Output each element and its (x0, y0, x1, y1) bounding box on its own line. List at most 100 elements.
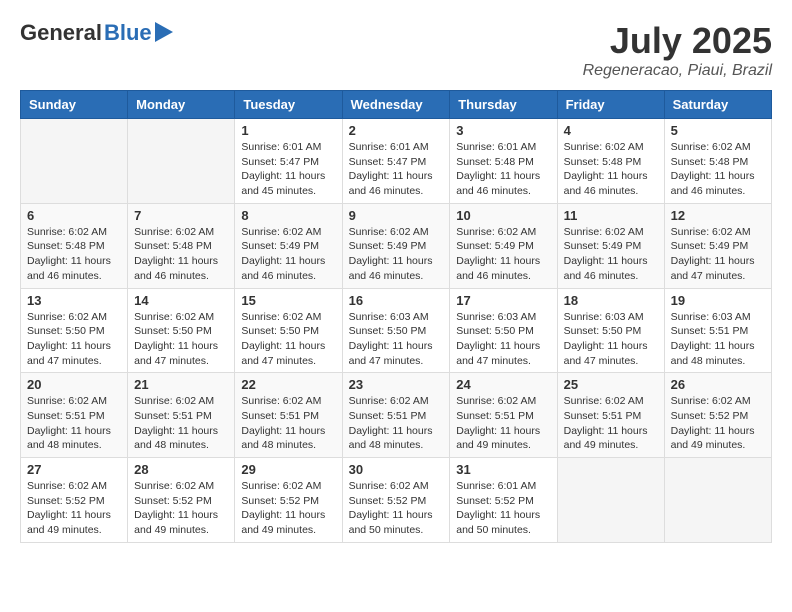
day-number: 12 (671, 208, 765, 223)
calendar-table: SundayMondayTuesdayWednesdayThursdayFrid… (20, 90, 772, 543)
day-info: Sunrise: 6:02 AM Sunset: 5:51 PM Dayligh… (349, 394, 444, 453)
day-number: 8 (241, 208, 335, 223)
calendar-cell: 16 Sunrise: 6:03 AM Sunset: 5:50 PM Dayli… (342, 288, 450, 373)
day-number: 23 (349, 377, 444, 392)
calendar-cell: 19Sunrise: 6:03 AM Sunset: 5:51 PM Dayli… (664, 288, 771, 373)
day-number: 10 (456, 208, 550, 223)
day-info: Sunrise: 6:02 AM Sunset: 5:51 PM Dayligh… (241, 394, 335, 453)
calendar-cell: 23 Sunrise: 6:02 AM Sunset: 5:51 PM Dayli… (342, 373, 450, 458)
calendar-cell: 10 Sunrise: 6:02 AM Sunset: 5:49 PM Dayli… (450, 203, 557, 288)
day-number: 14 (134, 293, 228, 308)
day-info: Sunrise: 6:02 AM Sunset: 5:52 PM Dayligh… (349, 479, 444, 538)
calendar-cell: 21 Sunrise: 6:02 AM Sunset: 5:51 PM Dayli… (128, 373, 235, 458)
logo: General Blue (20, 20, 173, 46)
calendar-week-row: 27Sunrise: 6:02 AM Sunset: 5:52 PM Dayli… (21, 458, 772, 543)
day-info: Sunrise: 6:02 AM Sunset: 5:51 PM Dayligh… (456, 394, 550, 453)
calendar-header-row: SundayMondayTuesdayWednesdayThursdayFrid… (21, 91, 772, 119)
day-info: Sunrise: 6:03 AM Sunset: 5:50 PM Dayligh… (349, 310, 444, 369)
day-info: Sunrise: 6:01 AM Sunset: 5:47 PM Dayligh… (349, 140, 444, 199)
calendar-week-row: 20Sunrise: 6:02 AM Sunset: 5:51 PM Dayli… (21, 373, 772, 458)
day-info: Sunrise: 6:02 AM Sunset: 5:52 PM Dayligh… (241, 479, 335, 538)
day-number: 7 (134, 208, 228, 223)
day-info: Sunrise: 6:02 AM Sunset: 5:48 PM Dayligh… (134, 225, 228, 284)
day-info: Sunrise: 6:02 AM Sunset: 5:49 PM Dayligh… (349, 225, 444, 284)
calendar-header-friday: Friday (557, 91, 664, 119)
day-number: 18 (564, 293, 658, 308)
day-number: 15 (241, 293, 335, 308)
logo-blue-text: Blue (104, 20, 152, 46)
calendar-cell: 6 Sunrise: 6:02 AM Sunset: 5:48 PM Daylig… (21, 203, 128, 288)
calendar-cell: 25 Sunrise: 6:02 AM Sunset: 5:51 PM Dayli… (557, 373, 664, 458)
day-number: 13 (27, 293, 121, 308)
calendar-cell: 13 Sunrise: 6:02 AM Sunset: 5:50 PM Dayli… (21, 288, 128, 373)
calendar-cell: 17 Sunrise: 6:03 AM Sunset: 5:50 PM Dayli… (450, 288, 557, 373)
day-info: Sunrise: 6:02 AM Sunset: 5:51 PM Dayligh… (134, 394, 228, 453)
calendar-cell: 3 Sunrise: 6:01 AM Sunset: 5:48 PM Daylig… (450, 119, 557, 204)
day-number: 21 (134, 377, 228, 392)
calendar-week-row: 13 Sunrise: 6:02 AM Sunset: 5:50 PM Dayli… (21, 288, 772, 373)
day-number: 9 (349, 208, 444, 223)
day-number: 3 (456, 123, 550, 138)
day-info: Sunrise: 6:02 AM Sunset: 5:50 PM Dayligh… (134, 310, 228, 369)
calendar-header-monday: Monday (128, 91, 235, 119)
day-info: Sunrise: 6:03 AM Sunset: 5:50 PM Dayligh… (564, 310, 658, 369)
calendar-cell: 4 Sunrise: 6:02 AM Sunset: 5:48 PM Daylig… (557, 119, 664, 204)
day-number: 16 (349, 293, 444, 308)
calendar-header-tuesday: Tuesday (235, 91, 342, 119)
calendar-header-thursday: Thursday (450, 91, 557, 119)
calendar-cell: 20Sunrise: 6:02 AM Sunset: 5:51 PM Dayli… (21, 373, 128, 458)
calendar-cell: 27Sunrise: 6:02 AM Sunset: 5:52 PM Dayli… (21, 458, 128, 543)
day-info: Sunrise: 6:02 AM Sunset: 5:48 PM Dayligh… (27, 225, 121, 284)
calendar-cell: 28 Sunrise: 6:02 AM Sunset: 5:52 PM Dayli… (128, 458, 235, 543)
day-info: Sunrise: 6:02 AM Sunset: 5:52 PM Dayligh… (27, 479, 121, 538)
calendar-header-saturday: Saturday (664, 91, 771, 119)
header: General Blue July 2025 Regeneracao, Piau… (20, 20, 772, 80)
calendar-cell (557, 458, 664, 543)
calendar-cell: 2 Sunrise: 6:01 AM Sunset: 5:47 PM Daylig… (342, 119, 450, 204)
day-number: 30 (349, 462, 444, 477)
logo-arrow-icon (155, 22, 173, 42)
title-section: July 2025 Regeneracao, Piaui, Brazil (583, 20, 772, 80)
calendar-cell: 1Sunrise: 6:01 AM Sunset: 5:47 PM Daylig… (235, 119, 342, 204)
day-number: 22 (241, 377, 335, 392)
day-info: Sunrise: 6:03 AM Sunset: 5:51 PM Dayligh… (671, 310, 765, 369)
calendar-cell: 12 Sunrise: 6:02 AM Sunset: 5:49 PM Dayli… (664, 203, 771, 288)
day-info: Sunrise: 6:02 AM Sunset: 5:52 PM Dayligh… (134, 479, 228, 538)
day-number: 24 (456, 377, 550, 392)
calendar-cell (21, 119, 128, 204)
calendar-week-row: 6 Sunrise: 6:02 AM Sunset: 5:48 PM Daylig… (21, 203, 772, 288)
day-number: 31 (456, 462, 550, 477)
day-number: 5 (671, 123, 765, 138)
day-info: Sunrise: 6:03 AM Sunset: 5:50 PM Dayligh… (456, 310, 550, 369)
calendar-cell: 8Sunrise: 6:02 AM Sunset: 5:49 PM Daylig… (235, 203, 342, 288)
month-year-title: July 2025 (583, 20, 772, 62)
day-number: 17 (456, 293, 550, 308)
day-info: Sunrise: 6:01 AM Sunset: 5:48 PM Dayligh… (456, 140, 550, 199)
day-number: 28 (134, 462, 228, 477)
day-info: Sunrise: 6:02 AM Sunset: 5:48 PM Dayligh… (564, 140, 658, 199)
day-info: Sunrise: 6:02 AM Sunset: 5:52 PM Dayligh… (671, 394, 765, 453)
day-info: Sunrise: 6:02 AM Sunset: 5:51 PM Dayligh… (564, 394, 658, 453)
day-number: 6 (27, 208, 121, 223)
day-number: 4 (564, 123, 658, 138)
day-number: 1 (241, 123, 335, 138)
day-number: 26 (671, 377, 765, 392)
calendar-cell: 24 Sunrise: 6:02 AM Sunset: 5:51 PM Dayli… (450, 373, 557, 458)
day-number: 25 (564, 377, 658, 392)
calendar-cell: 29 Sunrise: 6:02 AM Sunset: 5:52 PM Dayli… (235, 458, 342, 543)
day-info: Sunrise: 6:02 AM Sunset: 5:51 PM Dayligh… (27, 394, 121, 453)
day-info: Sunrise: 6:02 AM Sunset: 5:49 PM Dayligh… (671, 225, 765, 284)
day-number: 29 (241, 462, 335, 477)
calendar-header-wednesday: Wednesday (342, 91, 450, 119)
calendar-cell: 30 Sunrise: 6:02 AM Sunset: 5:52 PM Dayli… (342, 458, 450, 543)
calendar-cell: 7 Sunrise: 6:02 AM Sunset: 5:48 PM Daylig… (128, 203, 235, 288)
calendar-cell: 14 Sunrise: 6:02 AM Sunset: 5:50 PM Dayli… (128, 288, 235, 373)
location-subtitle: Regeneracao, Piaui, Brazil (583, 62, 772, 80)
day-number: 2 (349, 123, 444, 138)
logo-general-text: General (20, 20, 102, 46)
day-info: Sunrise: 6:02 AM Sunset: 5:49 PM Dayligh… (456, 225, 550, 284)
day-info: Sunrise: 6:02 AM Sunset: 5:50 PM Dayligh… (27, 310, 121, 369)
calendar-cell: 15Sunrise: 6:02 AM Sunset: 5:50 PM Dayli… (235, 288, 342, 373)
calendar-cell: 31Sunrise: 6:01 AM Sunset: 5:52 PM Dayli… (450, 458, 557, 543)
calendar-cell (128, 119, 235, 204)
